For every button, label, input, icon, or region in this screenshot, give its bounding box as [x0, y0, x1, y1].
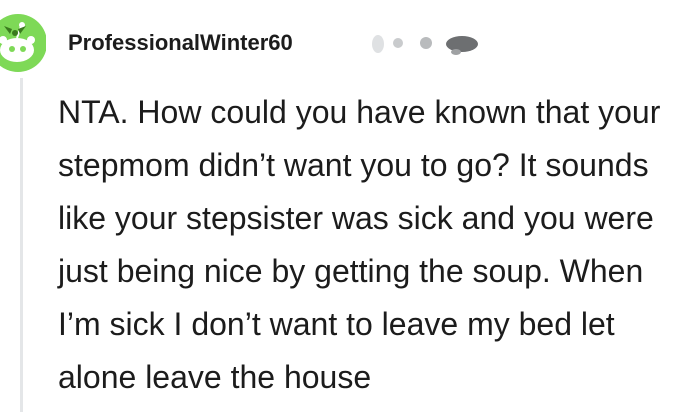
comment-meta-redacted	[366, 28, 486, 58]
comment-body: NTA. How could you have known that your …	[58, 94, 661, 395]
snoo-avatar-icon[interactable]	[0, 14, 46, 72]
thread-line[interactable]	[20, 78, 23, 412]
comment: ProfessionalWinter60 NTA. How could you …	[0, 0, 700, 412]
comment-author[interactable]: ProfessionalWinter60	[68, 30, 293, 56]
